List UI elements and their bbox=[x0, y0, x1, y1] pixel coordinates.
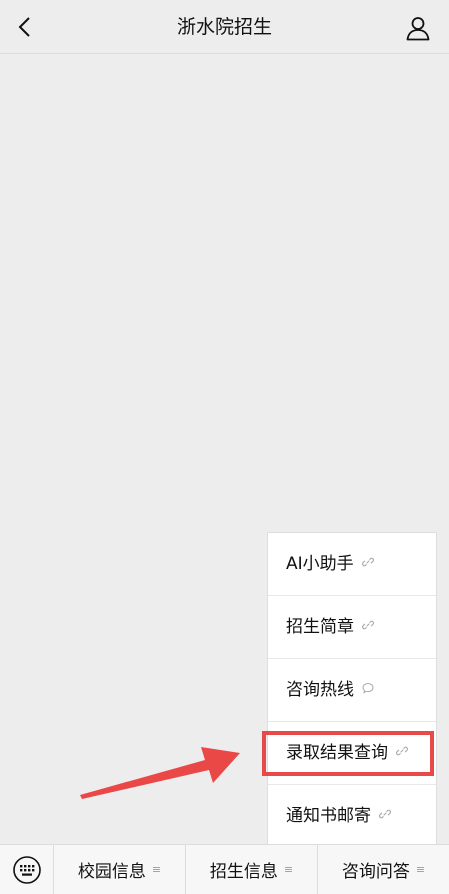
menu-lines-icon: ≡ bbox=[415, 863, 426, 876]
link-icon bbox=[362, 620, 374, 630]
page-title: 浙水院招生 bbox=[176, 16, 272, 38]
bottom-menu-bar: 校园信息 ≡ 招生信息 ≡ 咨询问答 ≡ bbox=[0, 844, 449, 894]
keyboard-icon bbox=[12, 855, 41, 884]
link-icon bbox=[361, 557, 374, 567]
submenu-item-notice-mailing[interactable]: 通知书邮寄 bbox=[268, 785, 436, 849]
bottom-tab-label: 招生信息 bbox=[209, 862, 278, 882]
bottom-tab-campus-info[interactable]: 校园信息 ≡ bbox=[54, 844, 186, 894]
keyboard-toggle-button[interactable] bbox=[0, 844, 54, 894]
person-icon bbox=[406, 17, 430, 41]
link-icon bbox=[379, 809, 391, 819]
menu-lines-icon: ≡ bbox=[283, 863, 294, 876]
nav-header: 浙水院招生 bbox=[0, 0, 449, 54]
submenu-item-ai-assistant[interactable]: AI小助手 bbox=[268, 533, 436, 596]
profile-button[interactable] bbox=[403, 13, 433, 43]
submenu-popup: AI小助手 招生简章 咨询热线 录取结果查询 通知书邮寄 bbox=[267, 532, 437, 850]
submenu-item-hotline[interactable]: 咨询热线 bbox=[268, 659, 436, 722]
chat-page: 浙水院招生 AI小助手 招生简章 咨询热线 录取结果查询 通知书邮寄 校园信息 … bbox=[0, 0, 449, 894]
submenu-item-label: 招生简章 bbox=[286, 617, 354, 637]
back-button[interactable] bbox=[10, 12, 40, 42]
submenu-item-label: AI小助手 bbox=[286, 554, 354, 574]
submenu-item-admission-result[interactable]: 录取结果查询 bbox=[268, 722, 436, 785]
link-icon bbox=[396, 746, 408, 756]
submenu-item-label: 通知书邮寄 bbox=[286, 806, 371, 826]
bottom-tab-label: 校园信息 bbox=[77, 862, 146, 882]
chat-bubble-icon bbox=[362, 682, 374, 694]
chevron-left-icon bbox=[18, 17, 30, 37]
menu-lines-icon: ≡ bbox=[151, 863, 162, 876]
bottom-tab-qa[interactable]: 咨询问答 ≡ bbox=[318, 845, 449, 894]
bottom-tab-admission-info[interactable]: 招生信息 ≡ bbox=[186, 844, 318, 894]
bottom-tab-label: 咨询问答 bbox=[341, 862, 410, 882]
submenu-item-label: 咨询热线 bbox=[286, 680, 354, 700]
submenu-item-admission-guide[interactable]: 招生简章 bbox=[268, 596, 436, 659]
submenu-item-label: 录取结果查询 bbox=[286, 743, 388, 763]
